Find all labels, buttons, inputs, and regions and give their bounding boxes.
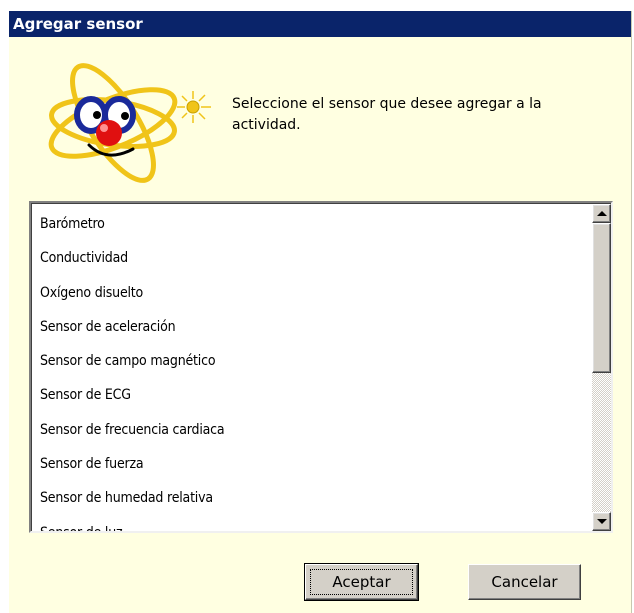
list-item[interactable]: Sensor de campo magnético: [40, 344, 580, 378]
add-sensor-dialog: Agregar sensor Seleccione el sensor que …: [9, 11, 632, 613]
list-item[interactable]: Sensor de fuerza: [40, 447, 580, 481]
scroll-down-button[interactable]: [592, 512, 611, 531]
cancel-button[interactable]: Cancelar: [468, 564, 581, 600]
scrollbar-thumb[interactable]: [592, 223, 611, 373]
list-item[interactable]: Conductividad: [40, 241, 580, 275]
accept-button[interactable]: Aceptar: [304, 563, 419, 601]
sensor-list-items: Barómetro Conductividad Oxígeno disuelto…: [40, 207, 580, 531]
arrow-down-icon: [597, 519, 607, 524]
instruction-text: Seleccione el sensor que desee agregar a…: [232, 96, 542, 133]
cancel-button-label: Cancelar: [491, 573, 558, 591]
focus-rectangle: [310, 569, 413, 595]
list-item[interactable]: Sensor de frecuencia cardiaca: [40, 413, 580, 447]
list-item[interactable]: Sensor de luz: [40, 516, 580, 531]
dialog-title: Agregar sensor: [9, 11, 631, 37]
list-item[interactable]: Sensor de ECG: [40, 378, 580, 412]
list-item[interactable]: Oxígeno disuelto: [40, 276, 580, 310]
list-item[interactable]: Sensor de aceleración: [40, 310, 580, 344]
list-item[interactable]: Sensor de humedad relativa: [40, 481, 580, 515]
arrow-up-icon: [597, 211, 607, 216]
scroll-up-button[interactable]: [592, 204, 611, 223]
sensor-listbox[interactable]: Barómetro Conductividad Oxígeno disuelto…: [29, 201, 613, 533]
list-item[interactable]: Barómetro: [40, 207, 580, 241]
vertical-scrollbar[interactable]: [592, 204, 611, 531]
atom-mascot-icon: [48, 63, 211, 183]
